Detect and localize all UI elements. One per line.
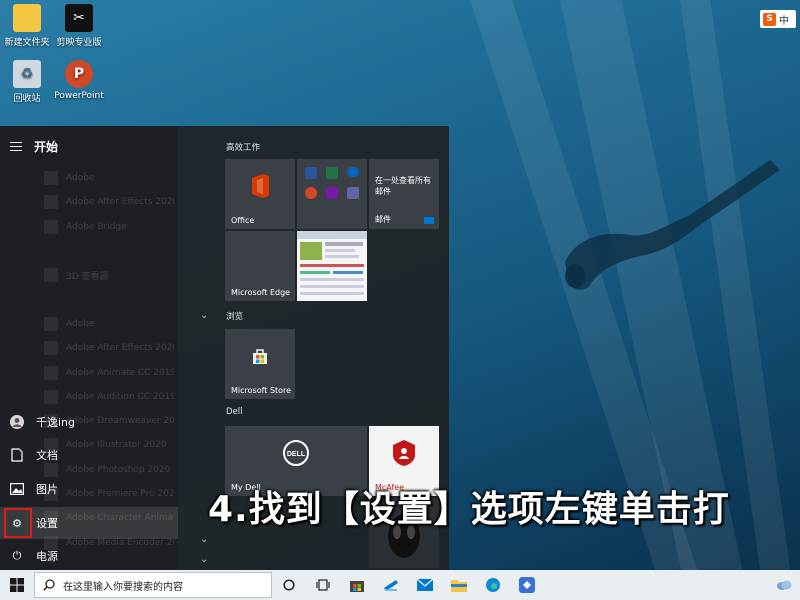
search-icon (43, 579, 55, 591)
mcafee-icon (369, 426, 439, 480)
taskbar-file-explorer[interactable] (442, 570, 476, 600)
rail-item-label: 千逸ing (36, 416, 76, 429)
browser-preview-thumbnail (297, 231, 367, 295)
search-placeholder: 在这里输入你要搜索的内容 (63, 581, 183, 593)
hamburger-icon[interactable] (10, 142, 22, 151)
list-item: Adobe Bridge (44, 215, 174, 239)
office-icon (225, 159, 295, 213)
cortana-icon (283, 579, 295, 591)
mail-icon (424, 217, 434, 224)
start-menu-rail: 开始 Adobe Adobe After Effects 2020 Adobe … (0, 126, 178, 570)
tile-office-apps[interactable] (297, 159, 367, 229)
mail-description: 在一处查看所有邮件 (375, 176, 431, 196)
rail-item-label: 图片 (36, 483, 58, 496)
desktop-icon-powerpoint[interactable]: P PowerPoint (48, 60, 110, 101)
rail-item-label: 设置 (36, 517, 58, 530)
weather-cloud-icon[interactable] (772, 570, 796, 600)
list-item: 3D 查看器 (44, 263, 174, 287)
windows-logo-icon (10, 578, 24, 592)
tile-edge[interactable]: Microsoft Edge (225, 231, 295, 301)
cortana-button[interactable] (272, 570, 306, 600)
collapse-chevron-icon[interactable]: ⌄ (200, 554, 208, 565)
store-icon (350, 581, 364, 592)
office-apps-icon (305, 167, 359, 199)
rail-item-documents[interactable]: 文档 (0, 439, 178, 471)
list-item (44, 287, 174, 311)
tile-mail[interactable]: 在一处查看所有邮件 邮件 (369, 159, 439, 229)
powerpoint-icon: P (65, 60, 93, 88)
taskbar: 在这里输入你要搜索的内容 (0, 570, 800, 600)
app-icon (519, 577, 535, 593)
power-icon: ⏻ (12, 549, 22, 562)
document-icon (10, 448, 24, 462)
windows-start-button[interactable] (0, 570, 34, 600)
list-item: Adobe (44, 312, 174, 336)
group-label-work: 高效工作 (226, 143, 261, 153)
avatar (10, 415, 24, 429)
taskbar-mail[interactable] (408, 570, 442, 600)
list-item: Adobe (44, 166, 174, 190)
rail-item-power[interactable]: ⏻ 电源 (0, 540, 178, 572)
list-item (44, 239, 174, 263)
taskbar-app[interactable] (510, 570, 544, 600)
ime-mode-label: 中 (779, 15, 789, 27)
collapse-chevron-icon[interactable]: ⌄ (200, 534, 208, 545)
desktop-icon-jianying[interactable]: ✂ 剪映专业版 (48, 4, 110, 48)
sogou-icon: S (763, 12, 776, 26)
taskbar-search-box[interactable]: 在这里输入你要搜索的内容 (34, 572, 272, 598)
task-view-button[interactable] (306, 570, 340, 600)
tile-store[interactable]: Microsoft Store (225, 329, 295, 399)
svg-text:DELL: DELL (287, 451, 306, 458)
tile-browser-preview[interactable] (297, 231, 367, 301)
jianying-icon: ✂ (65, 4, 93, 32)
group-label-dell: Dell (226, 407, 243, 417)
taskbar-store[interactable] (340, 570, 374, 600)
tutorial-subtitle: 4.找到【设置】选项左键单击打 (208, 489, 730, 530)
start-header: 开始 (10, 138, 58, 155)
list-item: Adobe After Effects 2020 (44, 190, 174, 214)
rail-item-label: 文档 (36, 449, 58, 462)
collapse-chevron-icon[interactable]: ⌄ (200, 310, 208, 321)
dell-logo-icon: DELL (225, 426, 367, 480)
start-title: 开始 (34, 140, 59, 154)
remote-desktop-icon (384, 580, 398, 591)
rail-item-pictures[interactable]: 图片 (0, 473, 178, 505)
list-item: Adobe After Effects 2020 (44, 336, 174, 360)
store-icon (225, 329, 295, 383)
pictures-icon (10, 482, 24, 496)
settings-highlight-box (4, 508, 32, 538)
mail-icon (417, 579, 433, 591)
rail-item-user[interactable]: 千逸ing (0, 406, 178, 438)
list-item: Adobe Animate CC 2019 (44, 360, 174, 384)
folder-icon (451, 579, 467, 592)
taskbar-edge[interactable] (476, 570, 510, 600)
rail-item-label: 电源 (36, 550, 58, 563)
edge-icon (486, 578, 500, 592)
recycle-bin-icon: ♻ (13, 60, 41, 88)
ime-indicator[interactable]: S 中 (760, 10, 796, 28)
taskbar-remote-desktop[interactable] (374, 570, 408, 600)
folder-icon (13, 4, 41, 32)
group-label-browse: 浏览 (226, 312, 244, 322)
tile-office[interactable]: Office (225, 159, 295, 229)
task-view-icon (316, 579, 330, 591)
